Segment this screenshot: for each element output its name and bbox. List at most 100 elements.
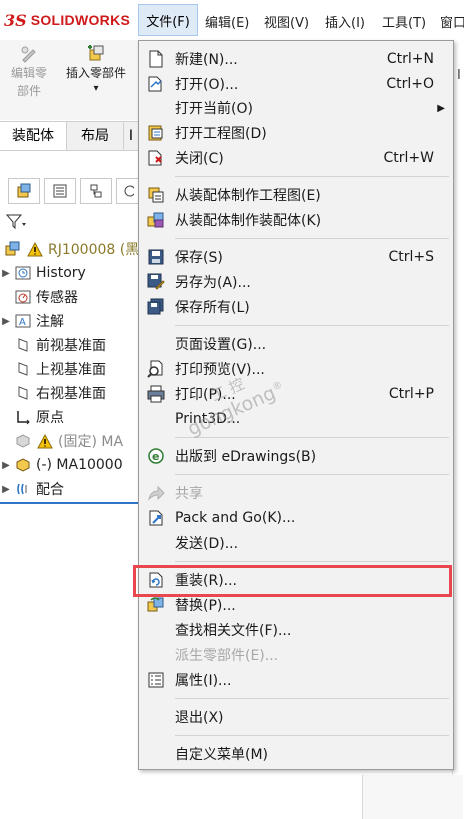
menu-separator (175, 325, 449, 326)
share-icon (146, 483, 166, 503)
menu-edit[interactable]: 编辑(E) (205, 12, 249, 32)
save-all-icon (146, 297, 166, 317)
menu-item-new[interactable]: 新建(N)... Ctrl+N (139, 47, 453, 71)
expand-icon[interactable]: ▶ (0, 268, 12, 279)
tree-item-annotations[interactable]: ▶ A 注解 (0, 309, 64, 333)
tree-item-label: 右视基准面 (36, 386, 106, 402)
menu-file[interactable]: 文件(F) (138, 4, 198, 36)
menu-separator (175, 238, 449, 239)
make-assembly-icon (146, 210, 166, 230)
menu-item-exit[interactable]: 退出(X) (139, 705, 453, 729)
edit-component-button[interactable]: 编辑零 部件 (4, 44, 54, 100)
menu-item-label: 打开当前(O) (175, 101, 253, 117)
menu-item-label: 另存为(A)... (175, 275, 251, 291)
menu-item-save-all[interactable]: 保存所有(L) (139, 295, 453, 319)
print-preview-icon (146, 359, 166, 379)
insert-component-label: 插入零部件 (65, 66, 126, 80)
expand-icon[interactable]: ▶ (0, 316, 12, 327)
menu-tools[interactable]: 工具(T) (382, 12, 426, 32)
edrawings-icon: e (146, 446, 166, 466)
menu-view[interactable]: 视图(V) (264, 12, 309, 32)
shortcut-label: Ctrl+P (388, 386, 434, 402)
mates-icon (14, 481, 32, 497)
menu-item-label: 退出(X) (175, 710, 224, 726)
tree-item-history[interactable]: ▶ History (0, 261, 86, 285)
insert-component-button[interactable]: 插入零部件 ▾ (58, 44, 134, 96)
menu-item-close[interactable]: 关闭(C) Ctrl+W (139, 146, 453, 170)
tree-item-label: History (36, 265, 86, 281)
shortcut-label: Ctrl+O (386, 76, 434, 92)
menu-item-open-current[interactable]: 打开当前(O) ▶ (139, 96, 453, 120)
tree-item-top-plane[interactable]: 上视基准面 (0, 357, 106, 381)
menu-item-label: 派生零部件(E)... (175, 648, 279, 664)
menu-item-page-setup[interactable]: 页面设置(G)... (139, 332, 453, 356)
tree-item-front-plane[interactable]: 前视基准面 (0, 333, 106, 357)
save-icon (146, 247, 166, 267)
tree-root[interactable]: RJ100008 (黑 (0, 237, 139, 261)
menu-separator (175, 474, 449, 475)
warning-icon (26, 241, 44, 257)
menu-item-label: 打开工程图(D) (175, 126, 267, 142)
expand-icon[interactable]: ▶ (0, 484, 12, 495)
menu-bar: 3S SOLIDWORKS 文件(F) 编辑(E) 视图(V) 插入(I) 工具… (0, 0, 464, 41)
menu-separator (175, 698, 449, 699)
menu-item-find-references[interactable]: 查找相关文件(F)... (139, 618, 453, 642)
tab-layout[interactable]: 布局 (67, 122, 124, 150)
command-toolbar: 编辑零 部件 插入零部件 ▾ (0, 40, 138, 120)
tree-item-sensors[interactable]: 传感器 (0, 285, 78, 309)
menu-item-customize-menu[interactable]: 自定义菜单(M) (139, 742, 453, 766)
tree-item-mates[interactable]: ▶ 配合 (0, 477, 64, 501)
reload-highlight-box (133, 565, 452, 597)
part-icon (14, 457, 32, 473)
feature-tree-tab-icon[interactable] (8, 178, 40, 204)
menu-item-label: 自定义菜单(M) (175, 747, 269, 763)
expand-icon[interactable]: ▶ (0, 460, 12, 471)
tree-item-label: (-) MA10000 (36, 457, 123, 473)
menu-item-share[interactable]: 共享 (139, 481, 453, 505)
tree-item-label: 配合 (36, 482, 64, 498)
menu-item-properties[interactable]: 属性(I)... (139, 668, 453, 692)
filter-button[interactable] (6, 212, 28, 232)
menu-item-label: 属性(I)... (175, 673, 232, 689)
menu-item-make-drawing[interactable]: 从装配体制作工程图(E) (139, 183, 453, 207)
menu-window[interactable]: 窗口 (440, 12, 464, 32)
printer-icon (146, 384, 166, 404)
annotation-icon: A (14, 313, 32, 329)
menu-item-save-as[interactable]: 另存为(A)... (139, 270, 453, 294)
menu-item-open-drawing[interactable]: 打开工程图(D) (139, 121, 453, 145)
insert-component-dropdown-arrow[interactable]: ▾ (58, 82, 134, 96)
menu-item-make-assembly[interactable]: 从装配体制作装配体(K) (139, 208, 453, 232)
menu-item-derive-part[interactable]: 派生零部件(E)... (139, 643, 453, 667)
menu-separator (175, 176, 449, 177)
tab-assembly[interactable]: 装配体 (0, 122, 67, 150)
tree-divider (0, 502, 138, 504)
menu-item-publish-edrawings[interactable]: e 出版到 eDrawings(B) (139, 444, 453, 468)
menu-item-open[interactable]: 打开(O)... Ctrl+O (139, 72, 453, 96)
menu-separator (175, 735, 449, 736)
menu-item-print-preview[interactable]: 打印预览(V)... (139, 357, 453, 381)
tree-item-part2[interactable]: ▶ (-) MA10000 (0, 453, 123, 477)
menu-item-pack-and-go[interactable]: Pack and Go(K)... (139, 506, 453, 530)
tree-item-fixed-part[interactable]: (固定) MA (0, 429, 123, 453)
menu-item-label: 保存所有(L) (175, 300, 250, 316)
display-manager-tab-icon[interactable] (116, 178, 139, 204)
tab-more[interactable]: I (124, 122, 138, 150)
warning-icon (36, 433, 54, 449)
submenu-arrow-icon: ▶ (437, 102, 445, 114)
menu-insert[interactable]: 插入(I) (325, 12, 365, 32)
ds-logo-mark: 3S (4, 10, 27, 30)
part-icon (14, 433, 32, 449)
configuration-manager-tab-icon[interactable] (80, 178, 112, 204)
command-manager-tabs: 装配体 布局 I (0, 121, 138, 151)
history-icon (14, 265, 32, 281)
replace-icon (146, 595, 166, 615)
tree-item-label: 上视基准面 (36, 362, 106, 378)
tree-root-label: RJ100008 (黑 (48, 242, 140, 258)
save-as-icon (146, 272, 166, 292)
svg-text:e: e (152, 450, 159, 463)
property-manager-tab-icon[interactable] (44, 178, 76, 204)
tree-item-right-plane[interactable]: 右视基准面 (0, 381, 106, 405)
tree-item-origin[interactable]: 原点 (0, 405, 64, 429)
menu-item-send[interactable]: 发送(D)... (139, 531, 453, 555)
menu-item-save[interactable]: 保存(S) Ctrl+S (139, 245, 453, 269)
